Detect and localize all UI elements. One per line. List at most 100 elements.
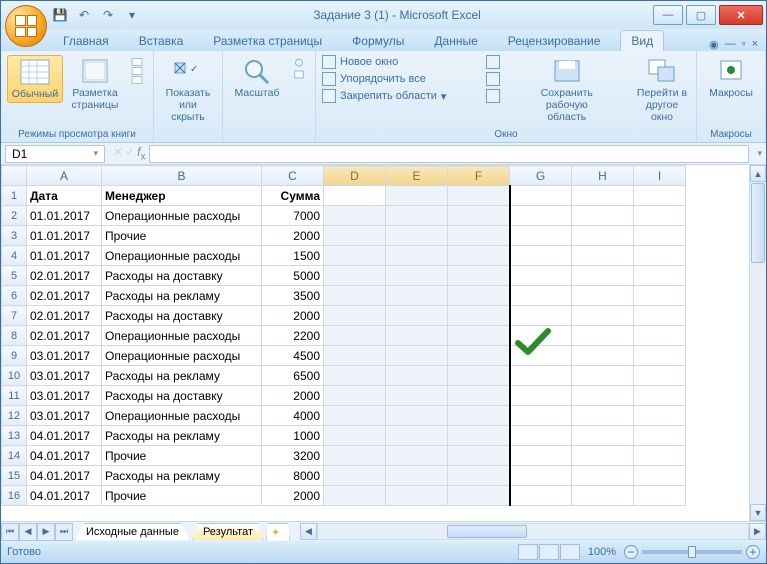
cell-I13[interactable]	[634, 426, 686, 446]
cell-F13[interactable]	[448, 426, 510, 446]
cell-E6[interactable]	[386, 286, 448, 306]
cell-I5[interactable]	[634, 266, 686, 286]
sheet-tab-source[interactable]: Исходные данные	[75, 523, 190, 540]
cell-G7[interactable]	[510, 306, 572, 326]
accept-formula-icon[interactable]: ✓	[125, 145, 135, 162]
cell-D12[interactable]	[324, 406, 386, 426]
cell-C9[interactable]: 4500	[262, 346, 324, 366]
cell-B5[interactable]: Расходы на доставку	[102, 266, 262, 286]
column-header-E[interactable]: E	[386, 166, 448, 186]
cell-F4[interactable]	[448, 246, 510, 266]
cell-E15[interactable]	[386, 466, 448, 486]
cell-D10[interactable]	[324, 366, 386, 386]
cell-G3[interactable]	[510, 226, 572, 246]
normal-view-button[interactable]: Обычный	[7, 55, 63, 103]
row-header-2[interactable]: 2	[2, 206, 27, 226]
cell-I14[interactable]	[634, 446, 686, 466]
cell-A7[interactable]: 02.01.2017	[27, 306, 102, 326]
cell-C10[interactable]: 6500	[262, 366, 324, 386]
cell-C7[interactable]: 2000	[262, 306, 324, 326]
cell-F7[interactable]	[448, 306, 510, 326]
cell-A9[interactable]: 03.01.2017	[27, 346, 102, 366]
row-header-14[interactable]: 14	[2, 446, 27, 466]
cell-F8[interactable]	[448, 326, 510, 346]
cell-I9[interactable]	[634, 346, 686, 366]
save-icon[interactable]: 💾	[51, 6, 69, 24]
cell-I3[interactable]	[634, 226, 686, 246]
help-icon[interactable]: ◉	[709, 38, 719, 51]
cell-A10[interactable]: 03.01.2017	[27, 366, 102, 386]
cancel-formula-icon[interactable]: ✕	[113, 145, 123, 162]
column-header-I[interactable]: I	[634, 166, 686, 186]
cell-D11[interactable]	[324, 386, 386, 406]
cell-C1[interactable]: Сумма	[262, 186, 324, 206]
cell-B6[interactable]: Расходы на рекламу	[102, 286, 262, 306]
fx-icon[interactable]: fx	[137, 145, 145, 162]
cell-A2[interactable]: 01.01.2017	[27, 206, 102, 226]
row-header-10[interactable]: 10	[2, 366, 27, 386]
cell-H14[interactable]	[572, 446, 634, 466]
cell-I15[interactable]	[634, 466, 686, 486]
zoom-out-button[interactable]: −	[624, 545, 638, 559]
cell-E7[interactable]	[386, 306, 448, 326]
next-sheet-icon[interactable]: ▶	[37, 523, 55, 541]
cell-F11[interactable]	[448, 386, 510, 406]
cell-D16[interactable]	[324, 486, 386, 506]
macros-button[interactable]: Макросы	[703, 55, 759, 101]
worksheet[interactable]: ABCDEFGHI1ДатаМенеджерСумма201.01.2017Оп…	[1, 165, 749, 521]
column-header-H[interactable]: H	[572, 166, 634, 186]
column-header-D[interactable]: D	[324, 166, 386, 186]
new-sheet-button[interactable]: ✦	[266, 523, 290, 541]
cell-G5[interactable]	[510, 266, 572, 286]
expand-formula-bar-icon[interactable]: ▾	[753, 148, 766, 159]
cell-D14[interactable]	[324, 446, 386, 466]
formula-input[interactable]	[149, 145, 749, 163]
first-sheet-icon[interactable]: ⏮	[1, 523, 19, 541]
cell-H7[interactable]	[572, 306, 634, 326]
cell-E1[interactable]	[386, 186, 448, 206]
redo-icon[interactable]: ↷	[99, 6, 117, 24]
cell-B15[interactable]: Расходы на рекламу	[102, 466, 262, 486]
scroll-left-icon[interactable]: ◀	[300, 523, 317, 540]
cell-A4[interactable]: 01.01.2017	[27, 246, 102, 266]
horizontal-scrollbar[interactable]: ◀ ▶	[300, 523, 766, 540]
cell-H9[interactable]	[572, 346, 634, 366]
cell-A13[interactable]: 04.01.2017	[27, 426, 102, 446]
cell-B16[interactable]: Прочие	[102, 486, 262, 506]
cell-A16[interactable]: 04.01.2017	[27, 486, 102, 506]
cell-F15[interactable]	[448, 466, 510, 486]
row-header-9[interactable]: 9	[2, 346, 27, 366]
arrange-all-button[interactable]: Упорядочить все	[322, 72, 446, 86]
prev-sheet-icon[interactable]: ◀	[19, 523, 37, 541]
cell-G13[interactable]	[510, 426, 572, 446]
cell-F14[interactable]	[448, 446, 510, 466]
cell-E4[interactable]	[386, 246, 448, 266]
cell-B13[interactable]: Расходы на рекламу	[102, 426, 262, 446]
cell-I4[interactable]	[634, 246, 686, 266]
cell-B9[interactable]: Операционные расходы	[102, 346, 262, 366]
last-sheet-icon[interactable]: ⏭	[55, 523, 73, 541]
cell-F3[interactable]	[448, 226, 510, 246]
zoom-button[interactable]: Масштаб	[229, 55, 285, 101]
cell-D7[interactable]	[324, 306, 386, 326]
page-layout-status-button[interactable]	[539, 544, 559, 560]
cell-D5[interactable]	[324, 266, 386, 286]
cell-A3[interactable]: 01.01.2017	[27, 226, 102, 246]
cell-A1[interactable]: Дата	[27, 186, 102, 206]
normal-view-status-button[interactable]	[518, 544, 538, 560]
cell-F9[interactable]	[448, 346, 510, 366]
cell-F5[interactable]	[448, 266, 510, 286]
cell-I7[interactable]	[634, 306, 686, 326]
cell-G16[interactable]	[510, 486, 572, 506]
cell-F6[interactable]	[448, 286, 510, 306]
cell-E12[interactable]	[386, 406, 448, 426]
cell-H12[interactable]	[572, 406, 634, 426]
select-all-cell[interactable]	[2, 166, 27, 186]
cell-A6[interactable]: 02.01.2017	[27, 286, 102, 306]
row-header-13[interactable]: 13	[2, 426, 27, 446]
cell-H5[interactable]	[572, 266, 634, 286]
row-header-8[interactable]: 8	[2, 326, 27, 346]
cell-H11[interactable]	[572, 386, 634, 406]
cell-E9[interactable]	[386, 346, 448, 366]
chevron-down-icon[interactable]: ▾	[93, 148, 98, 159]
